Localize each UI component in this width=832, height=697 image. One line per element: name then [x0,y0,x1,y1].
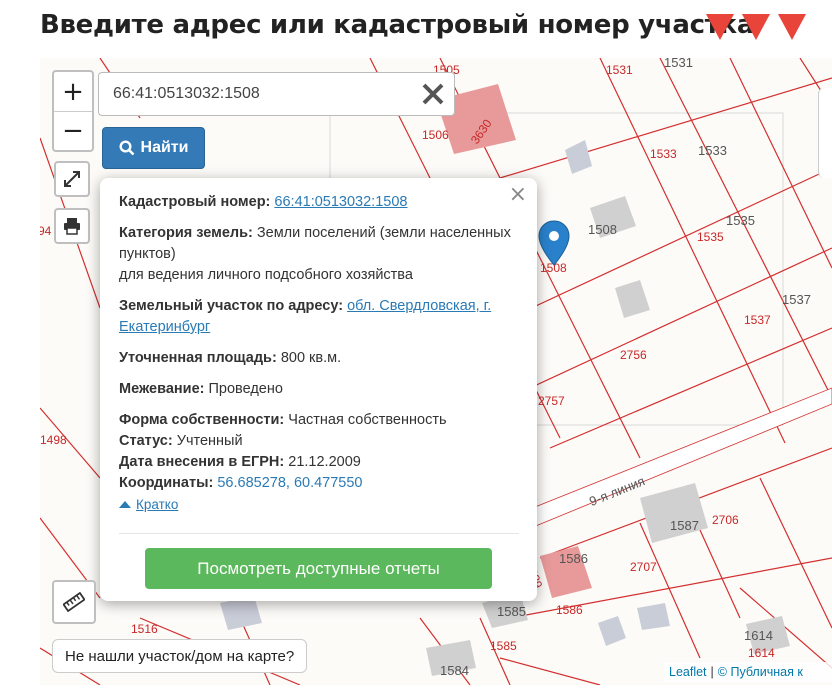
popup-divider [119,533,519,534]
status-row: Статус: Учтенный [119,431,519,452]
cadastral-label: Кадастровый номер: [119,194,271,210]
category-row: Категория земель: Земли поселений (земли… [119,223,519,286]
parcel-label: 1537 [782,292,811,307]
address-label: Земельный участок по адресу: [119,298,344,314]
red-arrow-icon [778,14,806,40]
brief-toggle[interactable]: Кратко [119,494,519,515]
right-side-panel-edge[interactable] [818,88,832,178]
parcel-label: 1516 [131,622,158,636]
parcel-label: 1531 [664,58,693,70]
coords-row: Координаты: 56.685278, 60.477550 [119,473,519,494]
parcel-label: 2757 [538,394,565,408]
zoom-in-button[interactable]: + [54,72,92,111]
egrn-date-label: Дата внесения в ЕГРН: [119,454,285,470]
search-input[interactable] [98,72,455,116]
clear-search-icon[interactable] [419,79,447,109]
not-found-button[interactable]: Не нашли участок/дом на карте? [52,639,308,673]
ruler-icon [63,591,85,613]
egrn-date-row: Дата внесения в ЕГРН: 21.12.2009 [119,452,519,473]
parcel-label: 2756 [620,348,647,362]
parcel-label: 1587 [670,518,699,533]
search-icon [119,140,134,156]
coords-value: 56.685278, 60.477550 [217,475,363,491]
search-button-label: Найти [140,139,189,156]
parcel-label: 1586 [559,551,588,566]
parcel-label: 1533 [698,143,727,158]
parcel-label: 2707 [630,560,657,574]
parcel-label: 1614 [748,646,775,660]
leaflet-link[interactable]: Leaflet [669,665,707,679]
page-title: Введите адрес или кадастровый номер учас… [40,10,755,40]
area-row: Уточненная площадь: 800 кв.м. [119,348,519,369]
printer-icon [64,218,80,235]
map-attribution: Leaflet | © Публичная к [664,662,832,682]
ownership-value: Частная собственность [288,412,447,428]
expand-icon [64,171,80,187]
survey-label: Межевание: [119,381,205,397]
parcel-label: 1586 [556,603,583,617]
print-button[interactable] [54,208,90,244]
status-label: Статус: [119,433,173,449]
status-value: Учтенный [176,433,243,449]
red-arrow-icon [742,14,770,40]
measure-button[interactable] [52,580,96,624]
zoom-control: + − [52,70,94,152]
title-arrows [706,14,806,40]
parcel-label: 1498 [40,433,67,447]
view-reports-button[interactable]: Посмотреть доступные отчеты [145,548,492,589]
category-label: Категория земель: [119,225,253,241]
egrn-date-value: 21.12.2009 [288,454,361,470]
ownership-label: Форма собственности: [119,412,285,428]
parcel-label: 1535 [697,230,724,244]
parcel-label: 1531 [606,63,633,77]
popup-close-button[interactable]: × [509,184,527,206]
address-row: Земельный участок по адресу: обл. Свердл… [119,296,519,338]
parcel-label: 1508 [588,222,617,237]
zoom-out-button[interactable]: − [54,111,92,150]
cadastral-row: Кадастровый номер: 66:41:0513032:1508 [119,192,519,213]
parcel-label: 1537 [744,313,771,327]
survey-row: Межевание: Проведено [119,379,519,400]
parcel-label: 1584 [440,663,469,678]
fullscreen-button[interactable] [54,161,90,197]
search-button[interactable]: Найти [102,127,205,169]
parcel-label: 1614 [744,628,773,643]
map-marker-icon[interactable] [537,220,571,271]
parcel-info-popup: × Кадастровый номер: 66:41:0513032:1508 … [100,178,537,601]
parcel-label: 2706 [712,513,739,527]
parcel-label: 94 [40,224,52,238]
ownership-row: Форма собственности: Частная собственнос… [119,410,519,431]
survey-value: Проведено [208,381,283,397]
attribution-separator: | [710,665,714,679]
parcel-label: 1535 [726,213,755,228]
area-value: 800 кв.м. [280,350,342,366]
caret-up-icon [119,501,131,508]
parcel-label: 1585 [497,604,526,619]
coords-label: Координаты: [119,475,214,491]
cadastral-link[interactable]: 66:41:0513032:1508 [274,194,407,210]
brief-link[interactable]: Кратко [136,494,178,515]
category-use: для ведения личного подсобного хозяйства [119,267,413,283]
parcel-label: 1506 [422,128,449,142]
red-arrow-icon [706,14,734,40]
parcel-label: 1585 [490,639,517,653]
parcel-label: 1533 [650,147,677,161]
area-label: Уточненная площадь: [119,350,277,366]
cadastral-map-link[interactable]: © Публичная к [718,665,803,679]
